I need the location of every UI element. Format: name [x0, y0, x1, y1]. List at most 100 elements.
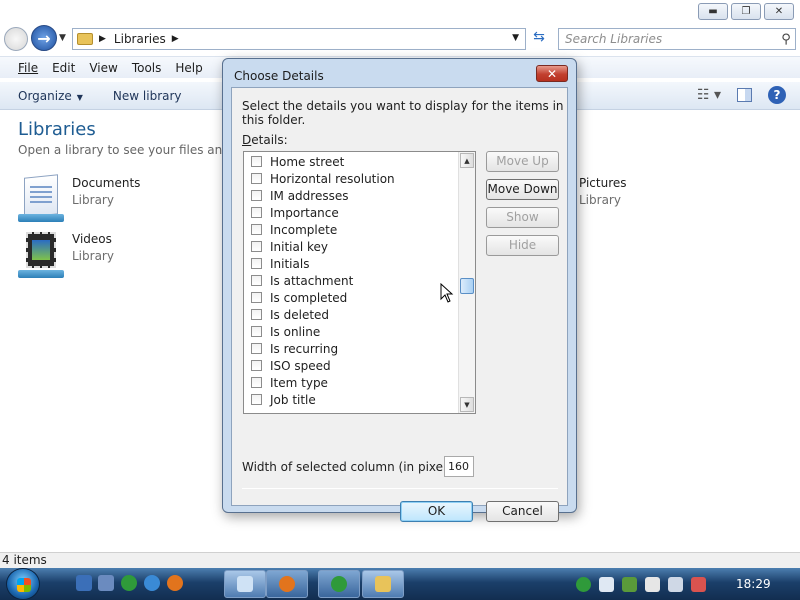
- detail-row[interactable]: Is completed: [244, 289, 459, 306]
- switch-windows-icon[interactable]: [98, 575, 114, 591]
- firefox-icon[interactable]: [167, 575, 183, 591]
- address-box[interactable]: ▶ Libraries ▶ ▼: [72, 28, 526, 50]
- notes-tray-icon[interactable]: [599, 576, 614, 592]
- detail-checkbox[interactable]: [251, 156, 262, 167]
- detail-row[interactable]: Importance: [244, 204, 459, 221]
- back-button[interactable]: [4, 27, 28, 51]
- detail-row[interactable]: Job title: [244, 391, 459, 408]
- detail-checkbox[interactable]: [251, 292, 262, 303]
- detail-checkbox[interactable]: [251, 309, 262, 320]
- detail-checkbox[interactable]: [251, 326, 262, 337]
- detail-row[interactable]: Incomplete: [244, 221, 459, 238]
- start-button[interactable]: [6, 568, 40, 600]
- library-item-documents[interactable]: Documents Library: [18, 174, 140, 222]
- taskbar-button-firefox[interactable]: [266, 570, 308, 598]
- network-icon[interactable]: [668, 576, 683, 592]
- preview-pane-icon[interactable]: [737, 88, 752, 102]
- change-view-icon[interactable]: ☷ ▾: [697, 87, 721, 103]
- detail-label: Home street: [270, 154, 345, 169]
- detail-checkbox[interactable]: [251, 360, 262, 371]
- detail-checkbox[interactable]: [251, 275, 262, 286]
- recent-pages-dropdown[interactable]: ▼: [59, 33, 66, 43]
- menu-label: Edit: [52, 60, 76, 75]
- column-width-input[interactable]: 160: [444, 456, 474, 477]
- folder-icon: [77, 33, 93, 45]
- detail-row[interactable]: Is online: [244, 323, 459, 340]
- restore-button[interactable]: ❐: [731, 3, 761, 20]
- detail-row[interactable]: Horizontal resolution: [244, 170, 459, 187]
- menu-edit[interactable]: Edit: [52, 61, 75, 75]
- help-icon[interactable]: ?: [768, 86, 786, 104]
- library-item-videos[interactable]: Videos Library: [18, 232, 114, 278]
- ok-button[interactable]: OK: [400, 501, 473, 522]
- detail-row[interactable]: Is recurring: [244, 340, 459, 357]
- detail-row[interactable]: Item type: [244, 374, 459, 391]
- scroll-down-arrow-icon[interactable]: ▼: [460, 397, 474, 412]
- organize-button[interactable]: Organize ▼: [18, 89, 83, 103]
- detail-label: Item type: [270, 375, 328, 390]
- security-tray-icon[interactable]: [622, 576, 637, 592]
- dialog-close-button[interactable]: ✕: [536, 65, 568, 82]
- utorrent-icon[interactable]: [121, 575, 137, 591]
- clock[interactable]: 18:29: [736, 577, 771, 591]
- close-window-button[interactable]: ✕: [764, 3, 794, 20]
- new-library-button[interactable]: New library: [113, 89, 182, 103]
- scrollbar-thumb[interactable]: [460, 278, 474, 294]
- chevron-right-icon[interactable]: ▶: [172, 34, 179, 44]
- scroll-up-arrow-icon[interactable]: ▲: [460, 153, 474, 168]
- library-item-pictures[interactable]: Pictures Library: [579, 176, 627, 207]
- chevron-right-icon[interactable]: ▶: [99, 34, 106, 44]
- address-path[interactable]: Libraries: [114, 32, 166, 46]
- toolbar-right: ☷ ▾ ?: [697, 86, 786, 104]
- detail-label: Is recurring: [270, 341, 339, 356]
- detail-checkbox[interactable]: [251, 207, 262, 218]
- detail-row[interactable]: ISO speed: [244, 357, 459, 374]
- move-down-button[interactable]: Move Down: [486, 179, 559, 200]
- details-scrollbar[interactable]: ▲ ▼: [458, 152, 475, 413]
- detail-row[interactable]: Is attachment: [244, 272, 459, 289]
- detail-label: Importance: [270, 205, 339, 220]
- show-desktop-icon[interactable]: [76, 575, 92, 591]
- show-button[interactable]: Show: [486, 207, 559, 228]
- detail-checkbox[interactable]: [251, 394, 262, 405]
- detail-row[interactable]: Initial key: [244, 238, 459, 255]
- forward-button[interactable]: →: [31, 25, 57, 51]
- menu-file[interactable]: File: [18, 61, 38, 75]
- address-dropdown-icon[interactable]: ▼: [512, 33, 519, 43]
- taskbar-button-explorer[interactable]: [362, 570, 404, 598]
- detail-label: Job title: [270, 392, 316, 407]
- detail-row[interactable]: Initials: [244, 255, 459, 272]
- detail-checkbox[interactable]: [251, 343, 262, 354]
- move-up-button[interactable]: Move Up: [486, 151, 559, 172]
- detail-row[interactable]: Is deleted: [244, 306, 459, 323]
- search-input[interactable]: Search Libraries ⚲: [558, 28, 796, 50]
- menu-tools[interactable]: Tools: [132, 61, 162, 75]
- action-center-flag-icon[interactable]: [645, 576, 660, 592]
- dialog-body: Select the details you want to display f…: [231, 87, 568, 522]
- videos-library-icon: [18, 232, 64, 278]
- refresh-icon[interactable]: ⇆: [528, 29, 550, 49]
- hide-button[interactable]: Hide: [486, 235, 559, 256]
- page-subtitle: Open a library to see your files and arr…: [18, 143, 223, 157]
- detail-checkbox[interactable]: [251, 173, 262, 184]
- taskbar-button-control-panel[interactable]: [224, 570, 266, 598]
- cancel-button[interactable]: Cancel: [486, 501, 559, 522]
- detail-checkbox[interactable]: [251, 241, 262, 252]
- system-tray: 18:29: [566, 570, 800, 598]
- detail-row[interactable]: Home street: [244, 153, 459, 170]
- taskbar-button-utorrent[interactable]: [318, 570, 360, 598]
- search-icon[interactable]: ⚲: [777, 32, 795, 47]
- detail-label: Horizontal resolution: [270, 171, 395, 186]
- chevron-down-icon: ▼: [76, 92, 83, 102]
- detail-checkbox[interactable]: [251, 190, 262, 201]
- detail-row[interactable]: IM addresses: [244, 187, 459, 204]
- internet-explorer-icon[interactable]: [144, 575, 160, 591]
- menu-view[interactable]: View: [89, 61, 117, 75]
- detail-checkbox[interactable]: [251, 377, 262, 388]
- utorrent-tray-icon[interactable]: [576, 576, 591, 592]
- minimize-button[interactable]: ▬: [698, 3, 728, 20]
- detail-checkbox[interactable]: [251, 258, 262, 269]
- detail-checkbox[interactable]: [251, 224, 262, 235]
- volume-muted-icon[interactable]: [691, 576, 706, 592]
- menu-help[interactable]: Help: [175, 61, 202, 75]
